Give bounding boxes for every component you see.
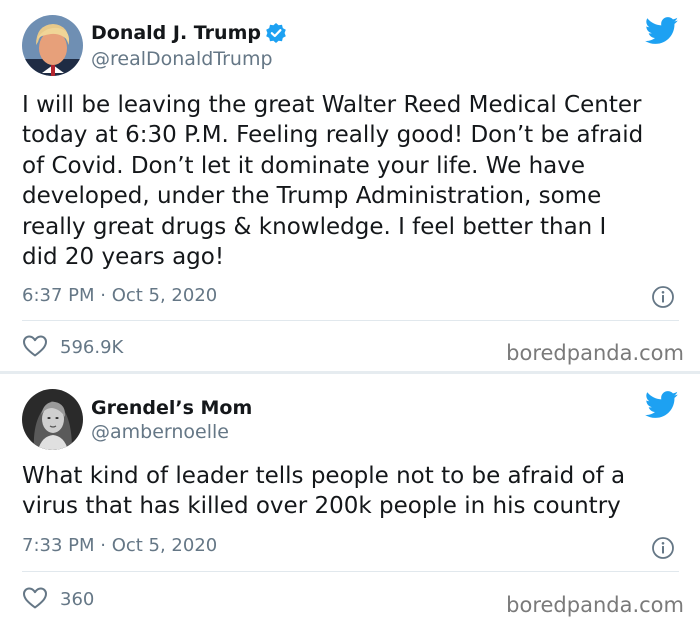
watermark: boredpanda.com <box>506 593 684 617</box>
verified-badge-icon <box>265 22 287 44</box>
avatar[interactable] <box>22 15 83 76</box>
tweet-text: What kind of leader tells people not to … <box>22 463 626 520</box>
handle[interactable]: @realDonaldTrump <box>91 46 273 72</box>
timestamp[interactable]: 7:33 PM · Oct 5, 2020 <box>22 534 217 558</box>
tweet-card: Donald J. Trump @realDonaldTrump I will … <box>0 0 700 372</box>
avatar[interactable] <box>22 389 83 450</box>
author-row: Grendel’s Mom <box>91 395 252 421</box>
info-icon[interactable] <box>651 285 675 309</box>
display-name[interactable]: Donald J. Trump <box>91 20 261 46</box>
watermark: boredpanda.com <box>506 341 684 365</box>
divider <box>22 571 679 572</box>
like-button[interactable]: 596.9K <box>22 334 123 362</box>
timestamp[interactable]: 6:37 PM · Oct 5, 2020 <box>22 284 217 308</box>
twitter-bird-icon[interactable] <box>644 17 679 45</box>
author-row: Donald J. Trump <box>91 20 287 46</box>
heart-icon <box>22 586 48 614</box>
like-button[interactable]: 360 <box>22 586 94 614</box>
display-name[interactable]: Grendel’s Mom <box>91 395 252 421</box>
info-icon[interactable] <box>651 536 675 560</box>
like-count: 360 <box>60 589 95 610</box>
heart-icon <box>22 334 48 362</box>
divider <box>22 320 679 321</box>
tweet-text: I will be leaving the great Walter Reed … <box>22 92 644 271</box>
handle[interactable]: @ambernoelle <box>91 419 229 445</box>
like-count: 596.9K <box>60 337 124 358</box>
tweet-card: Grendel’s Mom @ambernoelle What kind of … <box>0 374 700 627</box>
twitter-bird-icon[interactable] <box>644 391 679 419</box>
